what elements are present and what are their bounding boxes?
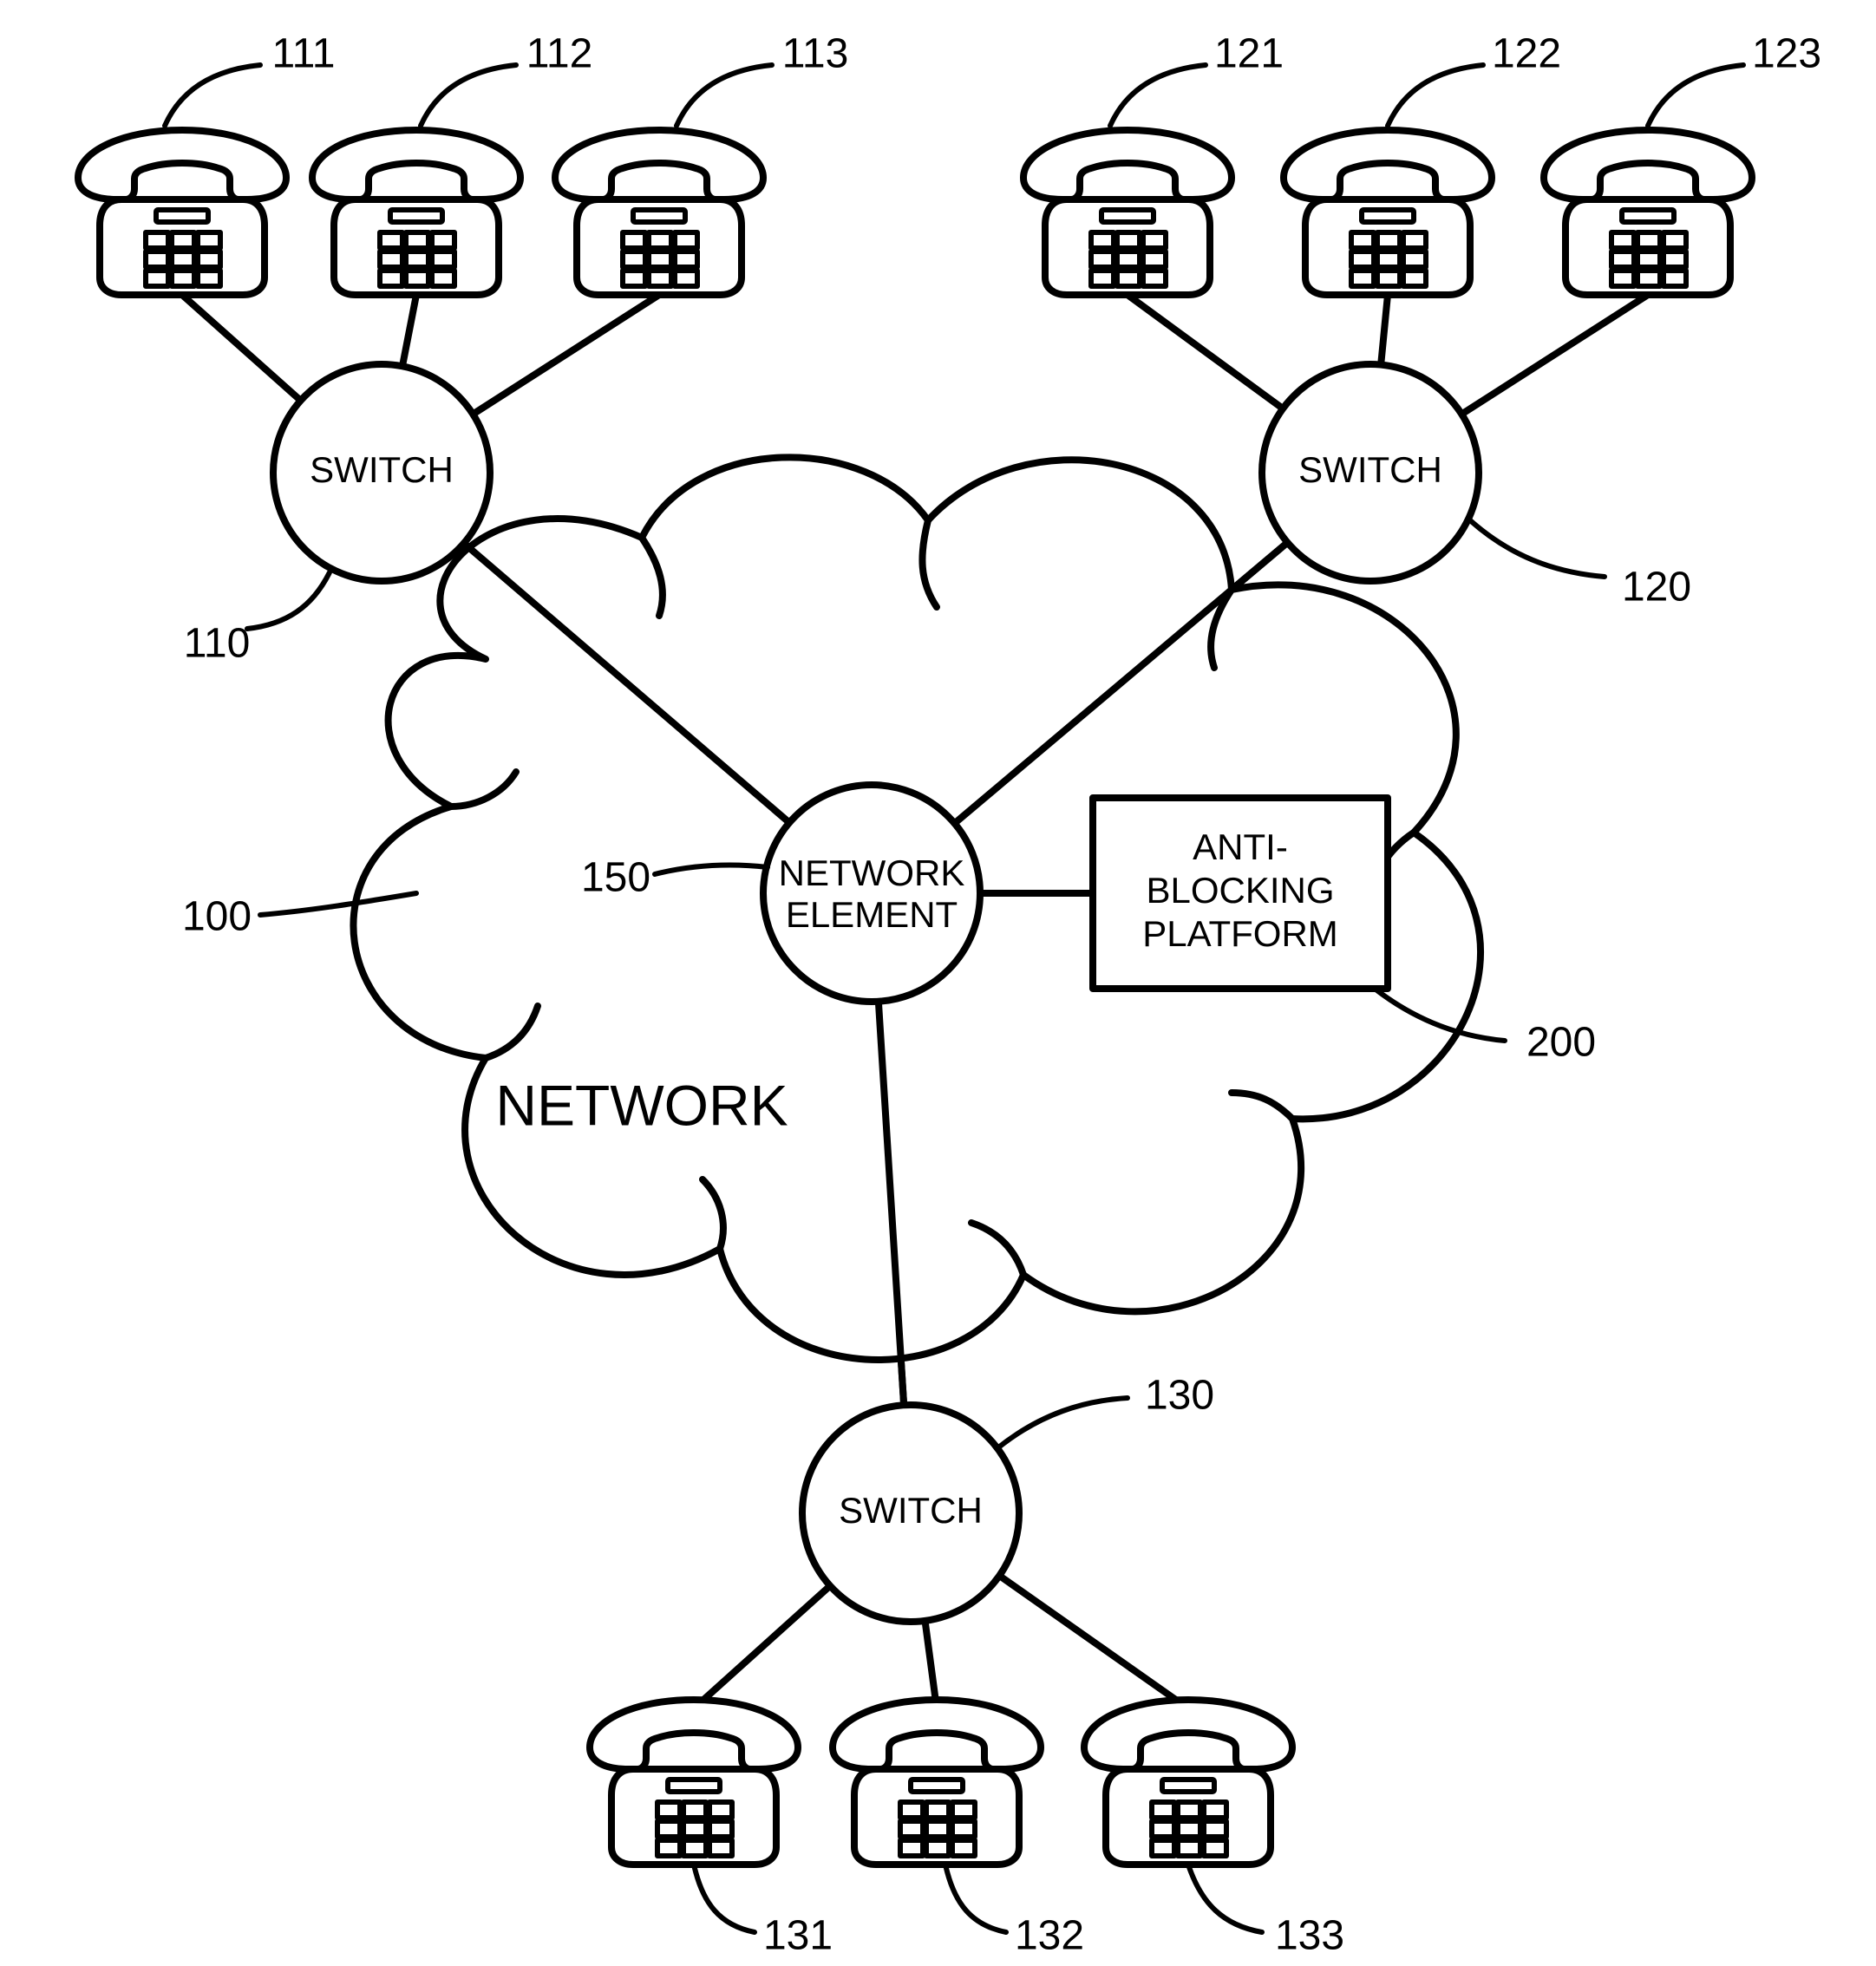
ref-112: 112 bbox=[526, 31, 593, 77]
ref-120: 120 bbox=[1622, 565, 1691, 611]
phone-113-icon bbox=[555, 130, 763, 295]
phone-112-icon bbox=[312, 130, 520, 295]
ref-132: 132 bbox=[1015, 1913, 1084, 1959]
ref-123: 123 bbox=[1752, 31, 1821, 77]
network-cloud-label: NETWORK bbox=[495, 1073, 788, 1137]
phone-132-icon bbox=[833, 1700, 1041, 1865]
network-element-label-2: ELEMENT bbox=[786, 894, 958, 935]
anti-blocking-label-3: PLATFORM bbox=[1142, 913, 1338, 954]
ref-150: 150 bbox=[581, 855, 650, 901]
anti-blocking-platform-node: ANTI- BLOCKING PLATFORM bbox=[1093, 798, 1388, 989]
ref-131: 131 bbox=[763, 1913, 833, 1959]
ref-110: 110 bbox=[184, 621, 251, 667]
network-element-label-1: NETWORK bbox=[779, 852, 965, 893]
ref-111: 111 bbox=[272, 31, 336, 77]
switch-110: SWITCH bbox=[273, 364, 490, 581]
phone-111-icon bbox=[78, 130, 286, 295]
phone-123-icon bbox=[1544, 130, 1752, 295]
anti-blocking-label-2: BLOCKING bbox=[1146, 870, 1334, 911]
ref-122: 122 bbox=[1492, 31, 1561, 77]
switch-130: SWITCH bbox=[802, 1405, 1019, 1622]
switch-110-label: SWITCH bbox=[310, 449, 454, 490]
switch-130-label: SWITCH bbox=[839, 1490, 983, 1531]
phone-121-icon bbox=[1023, 130, 1232, 295]
network-element-node: NETWORK ELEMENT bbox=[763, 785, 980, 1002]
anti-blocking-label-1: ANTI- bbox=[1193, 826, 1288, 867]
switch-120: SWITCH bbox=[1262, 364, 1479, 581]
ref-130: 130 bbox=[1145, 1373, 1214, 1419]
network-diagram: NETWORK NETWORK ELEMENT ANTI- BLOCKING P… bbox=[0, 0, 1876, 1966]
ref-121: 121 bbox=[1214, 31, 1284, 77]
phone-133-icon bbox=[1084, 1700, 1292, 1865]
ref-100: 100 bbox=[182, 894, 252, 940]
phone-122-icon bbox=[1284, 130, 1492, 295]
ref-133: 133 bbox=[1275, 1913, 1344, 1959]
switch-120-label: SWITCH bbox=[1298, 449, 1442, 490]
phone-131-icon bbox=[590, 1700, 798, 1865]
ref-113: 113 bbox=[782, 31, 849, 77]
ref-200: 200 bbox=[1526, 1020, 1596, 1066]
